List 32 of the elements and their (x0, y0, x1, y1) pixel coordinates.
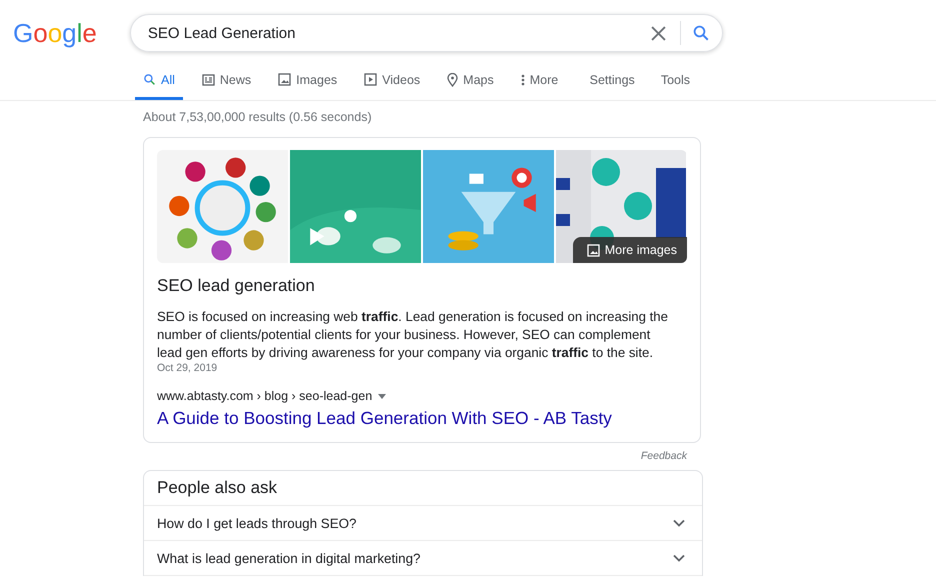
snippet-heading: SEO lead generation (157, 276, 316, 296)
search-tab[interactable]: Maps (439, 62, 502, 100)
search-field[interactable]: SEO Lead Generation (130, 14, 723, 52)
map-pin-icon (447, 72, 458, 86)
tool-link[interactable]: Tools (660, 72, 690, 86)
tool-link[interactable]: Settings (590, 72, 635, 86)
result-stats: About 7,53,00,000 results (0.56 seconds) (143, 109, 373, 126)
result-link[interactable]: A Guide to Boosting Lead Generation With SEO - AB Tasty (157, 408, 612, 429)
search-tab[interactable]: All (135, 62, 183, 100)
search-tab[interactable]: More (512, 62, 566, 100)
dropdown-icon[interactable] (378, 394, 386, 398)
search-tab[interactable]: News (194, 62, 260, 100)
more-icon (520, 74, 525, 86)
snippet-text: SEO is focused on increasing web traffic. Lead generation is focused on increasing the number of clients/potential clients for your business. However, SEO can complement lead gen efforts by driving awareness for your company via organic traffic to the site. (157, 308, 669, 362)
search-query[interactable]: SEO Lead Generation (148, 24, 651, 42)
search-tab[interactable]: Images (270, 62, 346, 100)
feedback-link[interactable]: Feedback (640, 450, 687, 462)
logo[interactable]: Google (10, 15, 100, 51)
question-row[interactable]: How do I get leads through SEO? (144, 506, 702, 541)
newspaper-icon (202, 74, 215, 86)
image-icon (278, 73, 292, 86)
panel-heading: People also ask (144, 471, 702, 506)
snippet-date: Oct 29, 2019 (157, 362, 218, 374)
search-icon (143, 73, 156, 86)
result-url: www.abtasty.com › blog › seo-lead-gen (157, 389, 372, 403)
clear-icon[interactable] (650, 26, 666, 40)
question-row[interactable]: What is lead generation in digital marketing? (144, 541, 702, 576)
search-icon[interactable] (692, 24, 710, 42)
image-icon (586, 244, 600, 256)
more-images-button[interactable]: More images (572, 237, 687, 263)
play-icon (364, 73, 378, 86)
search-tab[interactable]: Videos (356, 62, 428, 100)
